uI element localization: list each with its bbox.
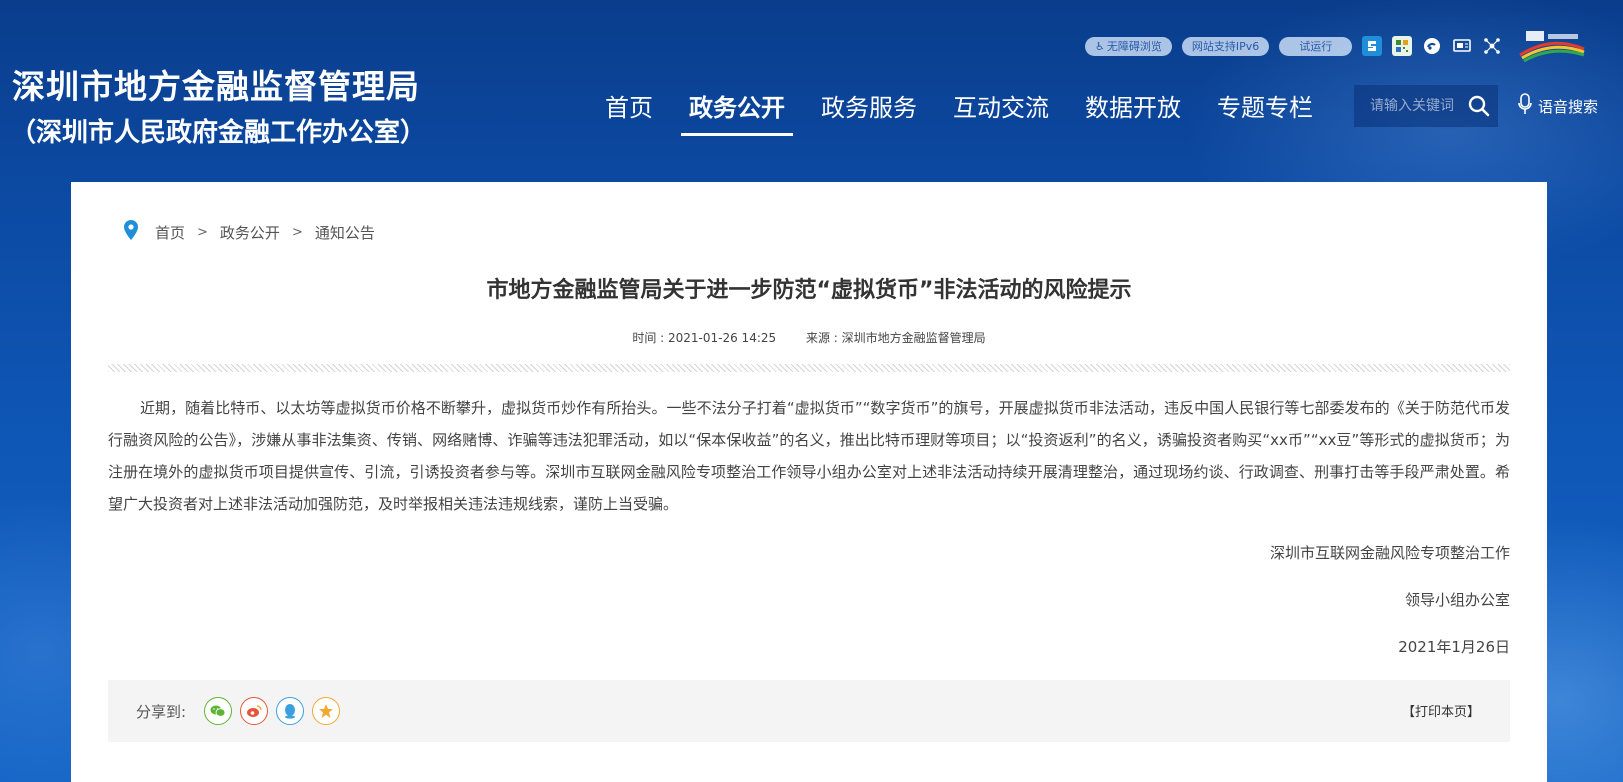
article-source: 来源 : 深圳市地方金融监督管理局 bbox=[805, 331, 986, 345]
nav-government-affairs[interactable]: 政务公开 bbox=[671, 88, 803, 136]
qq-share-icon[interactable] bbox=[276, 697, 305, 725]
hatched-divider bbox=[108, 364, 1510, 372]
mobile-icon[interactable] bbox=[1452, 36, 1472, 56]
nav-special-topics[interactable]: 专题专栏 bbox=[1199, 88, 1331, 136]
wechat-share-icon[interactable] bbox=[204, 697, 233, 725]
microphone-icon bbox=[1518, 93, 1532, 119]
main-nav: 首页 政务公开 政务服务 互动交流 数据开放 专题专栏 bbox=[587, 88, 1331, 136]
accessibility-label: 无障碍浏览 bbox=[1106, 40, 1162, 53]
qrcode-icon[interactable] bbox=[1392, 36, 1413, 56]
signature-date: 2021年1月26日 bbox=[1398, 638, 1510, 656]
weibo-icon[interactable] bbox=[1422, 36, 1442, 56]
voice-search-label: 语音搜索 bbox=[1538, 97, 1599, 116]
breadcrumb-notices[interactable]: 通知公告 bbox=[315, 222, 375, 243]
favorite-star-icon[interactable] bbox=[312, 697, 341, 725]
breadcrumb-separator: > bbox=[197, 224, 208, 240]
breadcrumb-separator: > bbox=[291, 224, 303, 240]
nav-open-data[interactable]: 数据开放 bbox=[1067, 88, 1199, 136]
article-time: 时间 : 2021-01-26 14:25 bbox=[632, 331, 777, 345]
weibo-share-icon[interactable] bbox=[240, 697, 269, 725]
accessibility-icon: ♿ bbox=[1095, 39, 1105, 53]
site-title: 深圳市地方金融监督管理局 bbox=[12, 67, 420, 106]
article-meta: 时间 : 2021-01-26 14:25 来源 : 深圳市地方金融监督管理局 bbox=[71, 329, 1547, 346]
shenzhen-logo-icon[interactable] bbox=[1516, 29, 1588, 63]
signature-line-2: 领导小组办公室 bbox=[1404, 591, 1510, 609]
share-label: 分享到: bbox=[136, 702, 187, 721]
share-bar: 分享到: 【打印本页】 bbox=[108, 680, 1510, 742]
search-icon[interactable] bbox=[1464, 91, 1494, 121]
trial-badge[interactable]: 试运行 bbox=[1279, 36, 1353, 56]
nav-home[interactable]: 首页 bbox=[587, 88, 671, 136]
accessibility-button[interactable]: ♿ 无障碍浏览 bbox=[1085, 36, 1172, 56]
article-title: 市地方金融监管局关于进一步防范“虚拟货币”非法活动的风险提示 bbox=[486, 278, 1132, 303]
location-pin-icon bbox=[123, 220, 139, 244]
voice-search-button[interactable]: 语音搜索 bbox=[1518, 93, 1598, 119]
breadcrumb: 首页 > 政务公开 > 通知公告 bbox=[123, 220, 375, 244]
article-card: 首页 > 政务公开 > 通知公告 市地方金融监管局关于进一步防范“虚拟货币”非法… bbox=[71, 182, 1547, 782]
breadcrumb-home[interactable]: 首页 bbox=[155, 222, 185, 243]
print-page-link[interactable]: 【打印本页】 bbox=[1402, 701, 1480, 720]
breadcrumb-government-affairs[interactable]: 政务公开 bbox=[220, 222, 280, 243]
top-tools: ♿ 无障碍浏览 网站支持IPv6 试运行 bbox=[1085, 31, 1588, 63]
article-body: 近期，随着比特币、以太坊等虚拟货币价格不断攀升，虚拟货币炒作有所抬头。一些不法分… bbox=[108, 399, 1510, 513]
site-subtitle: （深圳市人民政府金融工作办公室） bbox=[10, 118, 427, 148]
signature-line-1: 深圳市互联网金融风险专项整治工作 bbox=[1269, 544, 1510, 562]
ipv6-badge[interactable]: 网站支持IPv6 bbox=[1181, 36, 1270, 56]
nav-interaction[interactable]: 互动交流 bbox=[935, 88, 1067, 136]
accessibility-service-icon[interactable] bbox=[1362, 36, 1383, 56]
nav-government-services[interactable]: 政务服务 bbox=[803, 88, 935, 136]
search-box bbox=[1354, 85, 1498, 127]
search-input[interactable] bbox=[1354, 98, 1464, 114]
network-icon[interactable] bbox=[1482, 36, 1502, 56]
